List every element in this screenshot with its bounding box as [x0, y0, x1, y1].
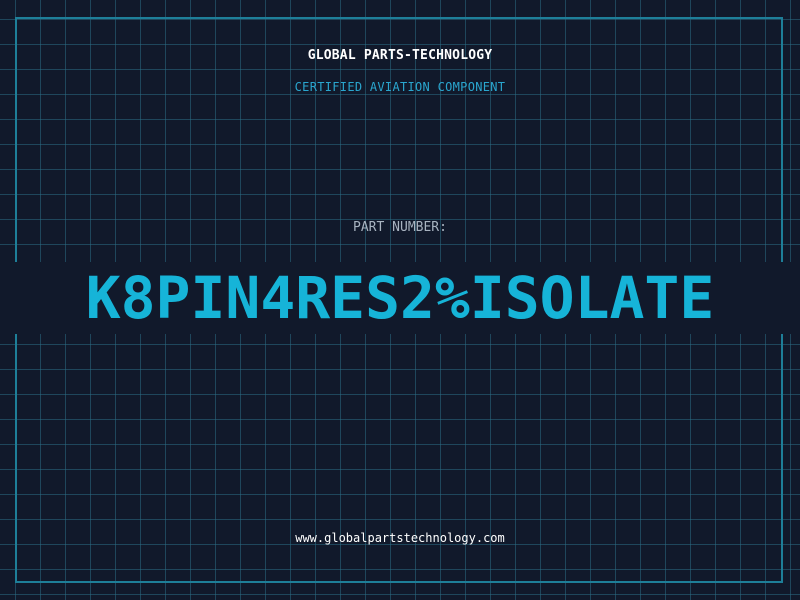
- certification-subtitle: CERTIFIED AVIATION COMPONENT: [294, 80, 506, 94]
- part-number-label: PART NUMBER:: [353, 220, 447, 235]
- company-name: GLOBAL PARTS-TECHNOLOGY: [307, 48, 493, 63]
- part-number-value: K8PIN4RES2%ISOLATE: [85, 264, 715, 332]
- website-url: www.globalpartstechnology.com: [295, 531, 505, 545]
- certificate-card: GLOBAL PARTS-TECHNOLOGY CERTIFIED AVIATI…: [0, 0, 800, 600]
